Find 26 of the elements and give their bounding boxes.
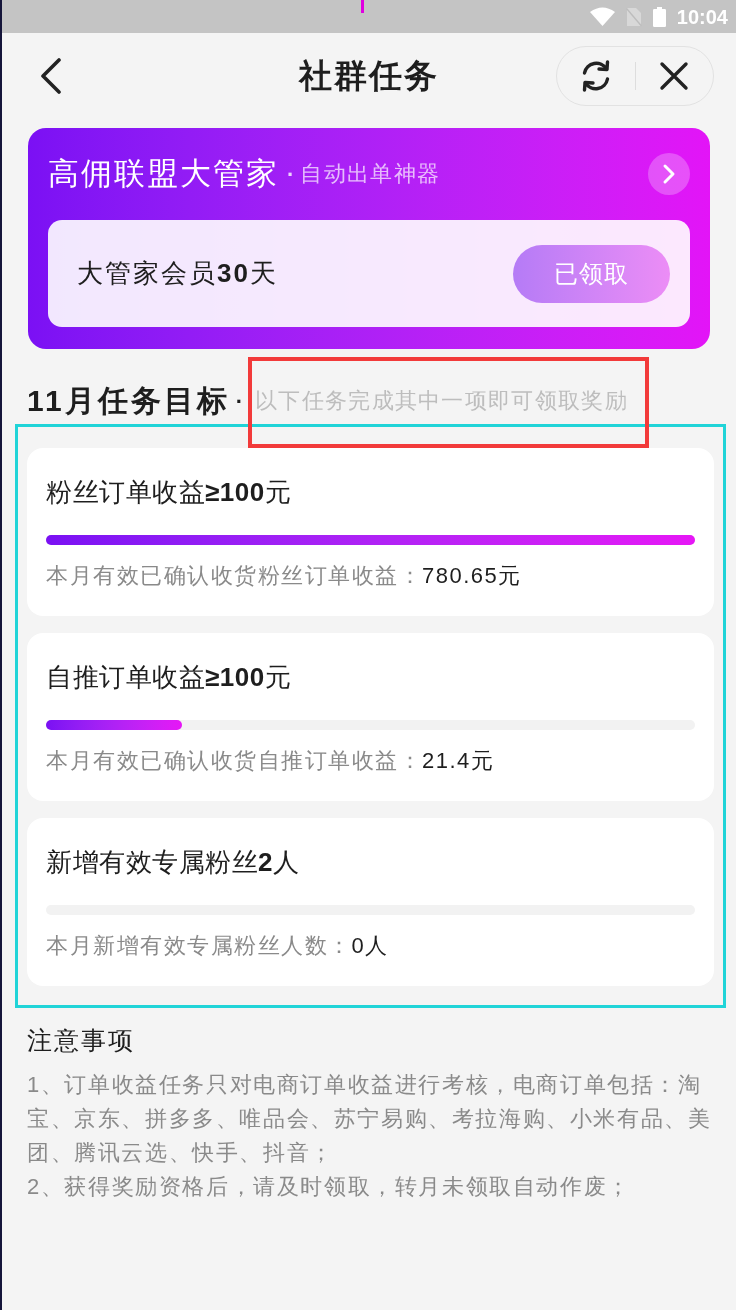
claim-button[interactable]: 已领取 [513,244,670,303]
page-title: 社群任务 [299,55,439,96]
wifi-icon [589,7,615,26]
note-text: 1、订单收益任务只对电商订单收益进行考核，电商订单包括：淘宝、京东、拼多多、唯品会、苏宁易购、考拉海购、小米有品、美团、腾讯云选、快手、抖音； [27,1071,712,1167]
task-title: 新增有效专属粉丝2人 [46,846,301,879]
banner-title: 高佣联盟大管家 [48,155,279,193]
separator-dot: · [235,387,244,416]
progress-caption: 本月有效已确认收货自推订单收益：21.4元 [46,747,496,775]
progress-caption: 本月有效已确认收货粉丝订单收益：780.65元 [46,562,523,590]
separator-dot: · [287,160,295,189]
back-icon [40,57,62,94]
chevron-right-icon [662,163,676,185]
task-title: 自推订单收益≥100元 [46,661,293,694]
task-title: 粉丝订单收益≥100元 [46,476,293,509]
progress-caption: 本月新增有效专属粉丝人数：0人 [46,932,390,960]
banner-tagline: 自动出单神器 [300,160,441,188]
marker-icon [361,0,364,13]
no-sim-icon [625,6,642,27]
arrow-button[interactable] [648,153,690,195]
battery-icon [652,6,666,27]
note-text: 2、获得奖励资格后，请及时领取，转月未领取自动作废； [27,1173,632,1201]
reward-text: 大管家会员30天 [77,257,278,290]
status-time: 10:04 [676,6,728,27]
close-icon [659,60,690,91]
section-title: 11月任务目标 [27,383,230,419]
notes-title: 注意事项 [27,1025,136,1056]
